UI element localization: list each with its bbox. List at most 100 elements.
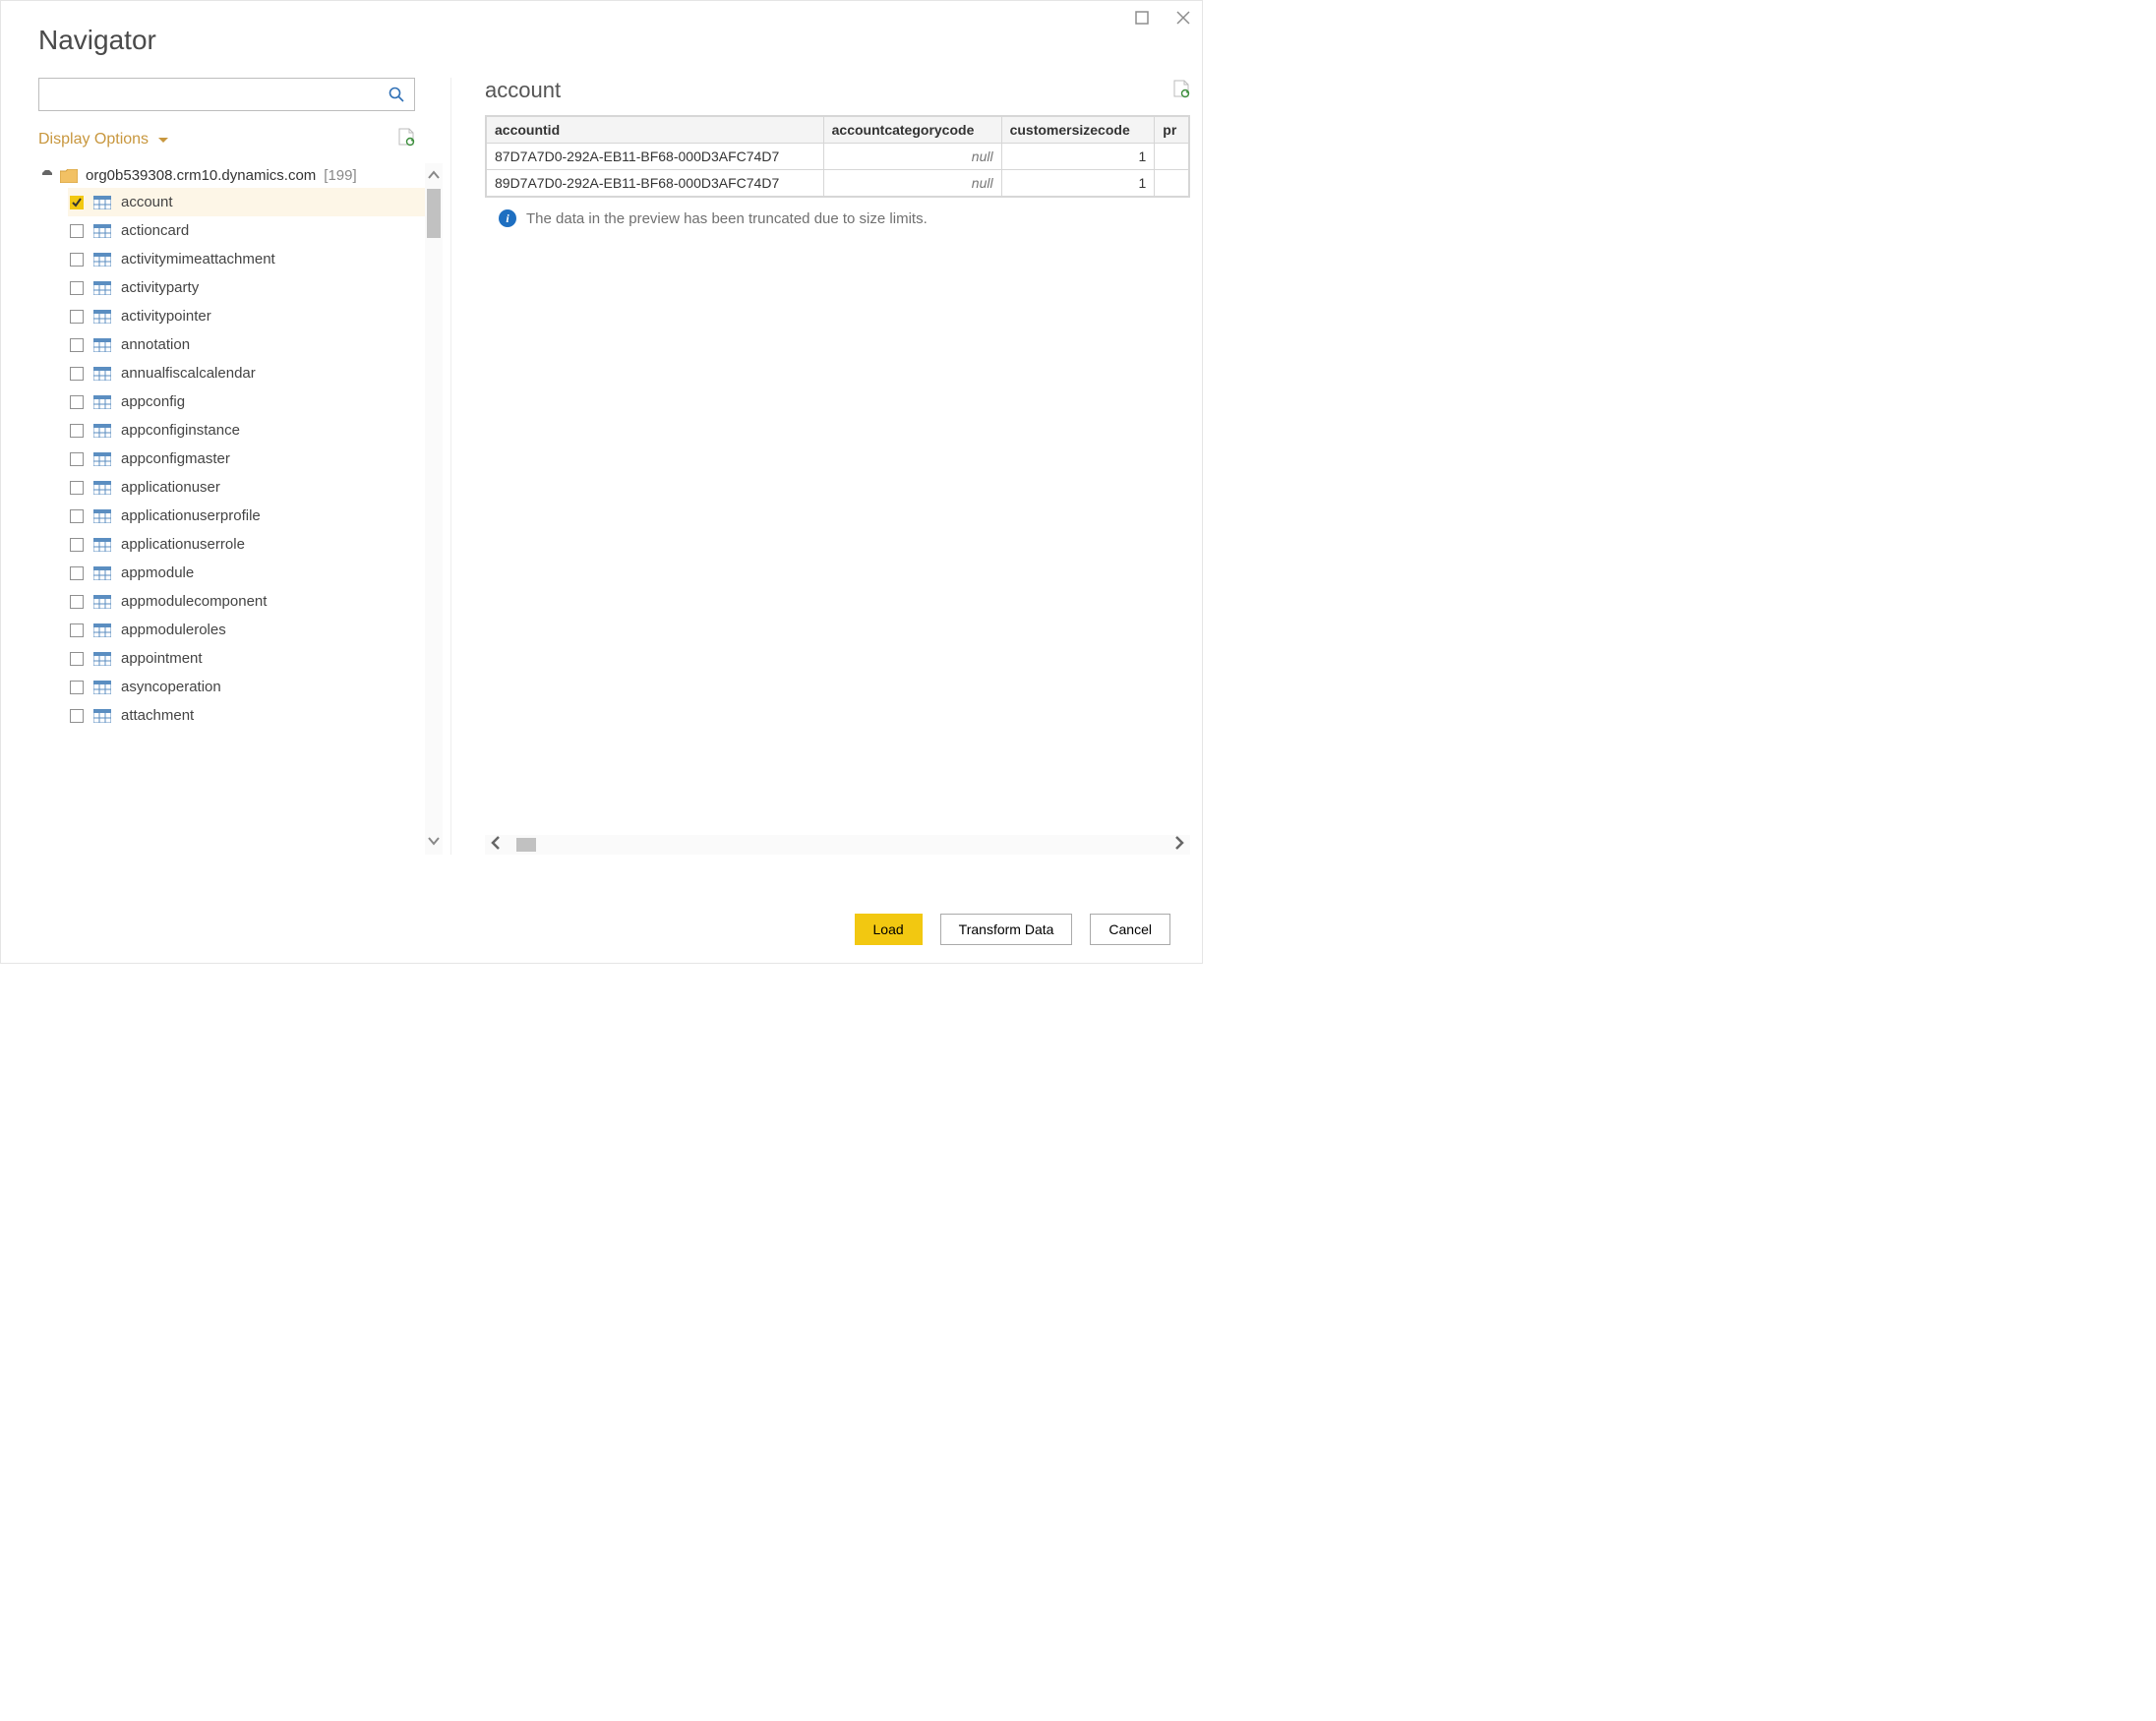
cancel-button[interactable]: Cancel <box>1090 914 1170 945</box>
tree-item-appmodule[interactable]: appmodule <box>68 559 425 587</box>
table-icon <box>93 566 111 580</box>
scroll-down-icon[interactable] <box>428 829 440 855</box>
tree-item-label: asyncoperation <box>121 679 221 695</box>
cell-customersizecode: 1 <box>1001 144 1155 170</box>
checkbox[interactable] <box>70 253 84 267</box>
tree-item-appconfigmaster[interactable]: appconfigmaster <box>68 445 425 473</box>
tree-item-appointment[interactable]: appointment <box>68 644 425 673</box>
transform-data-button[interactable]: Transform Data <box>940 914 1073 945</box>
cell-pr <box>1155 170 1189 197</box>
load-button[interactable]: Load <box>855 914 923 945</box>
scroll-thumb[interactable] <box>516 838 536 852</box>
column-header[interactable]: pr <box>1155 117 1189 144</box>
tree-item-label: appmodule <box>121 564 194 581</box>
checkbox[interactable] <box>70 595 84 609</box>
column-header[interactable]: accountid <box>487 117 824 144</box>
tree-item-applicationuser[interactable]: applicationuser <box>68 473 425 502</box>
table-icon <box>93 224 111 238</box>
preview-pane: account accountidaccountcategorycodecust… <box>451 78 1202 855</box>
column-header[interactable]: accountcategorycode <box>823 117 1001 144</box>
folder-icon <box>60 169 78 183</box>
tree-item-applicationuserrole[interactable]: applicationuserrole <box>68 530 425 559</box>
scroll-up-icon[interactable] <box>428 163 440 189</box>
tree-item-label: applicationuser <box>121 479 220 496</box>
table-icon <box>93 395 111 409</box>
tree-item-appconfig[interactable]: appconfig <box>68 387 425 416</box>
tree-root-count: [199] <box>324 167 356 184</box>
checkbox[interactable] <box>70 452 84 466</box>
table-icon <box>93 196 111 209</box>
tree-item-label: activitymimeattachment <box>121 251 275 267</box>
checkbox[interactable] <box>70 395 84 409</box>
checkbox[interactable] <box>70 424 84 438</box>
tree-root[interactable]: org0b539308.crm10.dynamics.com [199] <box>38 163 425 188</box>
close-button[interactable] <box>1174 9 1192 27</box>
checkbox[interactable] <box>70 338 84 352</box>
tree-item-label: actioncard <box>121 222 189 239</box>
refresh-preview-icon[interactable] <box>1172 79 1190 103</box>
info-icon: i <box>499 209 516 227</box>
table-icon <box>93 623 111 637</box>
tree-item-label: activitypointer <box>121 308 211 325</box>
tree-item-appmoduleroles[interactable]: appmoduleroles <box>68 616 425 644</box>
tree-item-label: appconfig <box>121 393 185 410</box>
display-options-label: Display Options <box>38 131 149 148</box>
table-icon <box>93 509 111 523</box>
checkbox[interactable] <box>70 681 84 694</box>
table-icon <box>93 424 111 438</box>
search-icon[interactable] <box>388 86 405 108</box>
navigator-tree-pane: Display Options org0b539308.crm10.d <box>38 78 451 855</box>
table-icon <box>93 253 111 267</box>
checkbox[interactable] <box>70 509 84 523</box>
table-row[interactable]: 87D7A7D0-292A-EB11-BF68-000D3AFC74D7null… <box>487 144 1189 170</box>
checkbox[interactable] <box>70 538 84 552</box>
tree-item-activitymimeattachment[interactable]: activitymimeattachment <box>68 245 425 273</box>
checkbox[interactable] <box>70 566 84 580</box>
column-header[interactable]: customersizecode <box>1001 117 1155 144</box>
scroll-left-icon[interactable] <box>485 836 507 855</box>
tree-item-label: activityparty <box>121 279 199 296</box>
checkbox[interactable] <box>70 196 84 209</box>
checkbox[interactable] <box>70 310 84 324</box>
search-input[interactable] <box>38 78 415 111</box>
maximize-button[interactable] <box>1133 9 1151 27</box>
tree-item-label: annualfiscalcalendar <box>121 365 256 382</box>
checkbox[interactable] <box>70 224 84 238</box>
table-icon <box>93 481 111 495</box>
tree-item-asyncoperation[interactable]: asyncoperation <box>68 673 425 701</box>
chevron-down-icon <box>158 131 168 148</box>
tree-item-activitypointer[interactable]: activitypointer <box>68 302 425 330</box>
preview-title: account <box>485 78 561 103</box>
preview-horizontal-scrollbar[interactable] <box>485 835 1190 855</box>
tree-item-annualfiscalcalendar[interactable]: annualfiscalcalendar <box>68 359 425 387</box>
tree-item-applicationuserprofile[interactable]: applicationuserprofile <box>68 502 425 530</box>
checkbox[interactable] <box>70 481 84 495</box>
refresh-page-icon[interactable] <box>397 127 415 151</box>
table-icon <box>93 338 111 352</box>
scroll-thumb[interactable] <box>427 189 441 238</box>
cell-accountcategorycode: null <box>823 144 1001 170</box>
titlebar <box>1133 9 1192 27</box>
checkbox[interactable] <box>70 367 84 381</box>
cell-customersizecode: 1 <box>1001 170 1155 197</box>
table-row[interactable]: 89D7A7D0-292A-EB11-BF68-000D3AFC74D7null… <box>487 170 1189 197</box>
tree-item-annotation[interactable]: annotation <box>68 330 425 359</box>
tree-item-appmodulecomponent[interactable]: appmodulecomponent <box>68 587 425 616</box>
tree-item-account[interactable]: account <box>68 188 425 216</box>
tree-root-label: org0b539308.crm10.dynamics.com <box>86 167 316 184</box>
table-icon <box>93 709 111 723</box>
cell-accountcategorycode: null <box>823 170 1001 197</box>
tree-item-actioncard[interactable]: actioncard <box>68 216 425 245</box>
scroll-right-icon[interactable] <box>1168 836 1190 855</box>
tree-item-label: applicationuserrole <box>121 536 245 553</box>
tree-item-appconfiginstance[interactable]: appconfiginstance <box>68 416 425 445</box>
table-icon <box>93 595 111 609</box>
checkbox[interactable] <box>70 281 84 295</box>
checkbox[interactable] <box>70 623 84 637</box>
display-options-dropdown[interactable]: Display Options <box>38 131 168 148</box>
checkbox[interactable] <box>70 709 84 723</box>
tree-item-activityparty[interactable]: activityparty <box>68 273 425 302</box>
checkbox[interactable] <box>70 652 84 666</box>
tree-vertical-scrollbar[interactable] <box>425 163 443 855</box>
tree-item-attachment[interactable]: attachment <box>68 701 425 730</box>
